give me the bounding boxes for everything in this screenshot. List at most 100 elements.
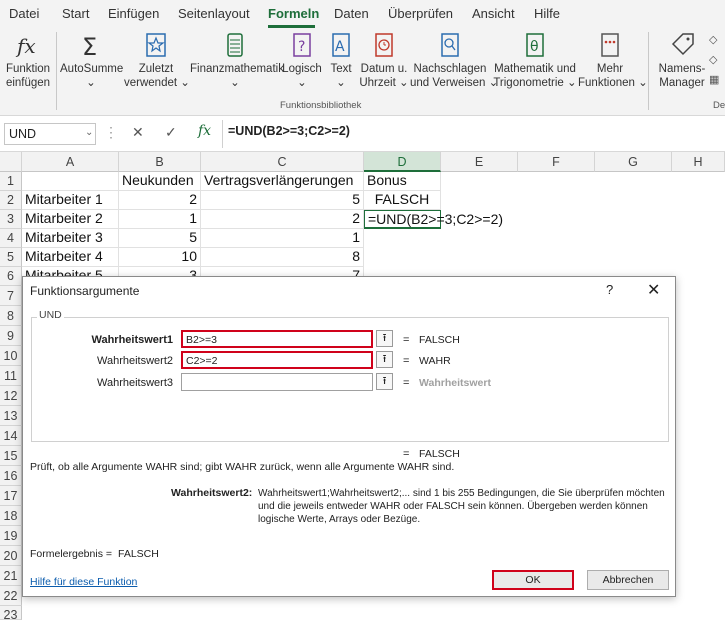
names-manager-button[interactable]: Namens- Manager: [654, 30, 710, 90]
row-header[interactable]: 16: [0, 466, 22, 486]
arg2-input[interactable]: C2>=2: [181, 351, 373, 369]
cell-c1[interactable]: Vertragsverlängerungen: [201, 172, 364, 191]
cell-b3[interactable]: 1: [119, 210, 201, 229]
column-header-d[interactable]: D: [364, 152, 441, 172]
help-icon[interactable]: ?: [606, 282, 613, 297]
cell-b5[interactable]: 10: [119, 248, 201, 267]
row-header[interactable]: 7: [0, 286, 22, 306]
math-label-1: Mathematik und: [494, 63, 576, 75]
row-header[interactable]: 20: [0, 546, 22, 566]
create-from-selection-icon[interactable]: ▦: [709, 74, 719, 86]
arg3-input[interactable]: [181, 373, 373, 391]
arg1-collapse-button[interactable]: ⭱: [376, 330, 393, 347]
lookup-book-icon: [441, 33, 459, 57]
cell-a4[interactable]: Mitarbeiter 3: [22, 229, 119, 248]
financial-icon: [227, 33, 243, 57]
column-header-g[interactable]: G: [595, 152, 672, 172]
column-header-a[interactable]: A: [22, 152, 119, 172]
column-header-b[interactable]: B: [119, 152, 201, 172]
menu-start[interactable]: Start: [62, 6, 89, 21]
insert-function-fx-icon[interactable]: fx: [198, 123, 211, 139]
math-button[interactable]: θ Mathematik und Trigonometrie ⌄: [492, 30, 578, 90]
column-header-e[interactable]: E: [441, 152, 518, 172]
row-header[interactable]: 22: [0, 586, 22, 606]
cell-c5[interactable]: 8: [201, 248, 364, 267]
formula-input[interactable]: =UND(B2>=3;C2>=2): [228, 124, 350, 138]
row-header[interactable]: 4: [0, 229, 22, 248]
menu-formeln[interactable]: Formeln: [268, 6, 319, 21]
menu-ueberpruefen[interactable]: Überprüfen: [388, 6, 453, 21]
lookup-button[interactable]: Nachschlagen und Verweisen ⌄: [410, 30, 498, 90]
row-header[interactable]: 8: [0, 306, 22, 326]
menu-ansicht[interactable]: Ansicht: [472, 6, 515, 21]
cell-b2[interactable]: 2: [119, 191, 201, 210]
math-label-2: Trigonometrie ⌄: [493, 77, 577, 89]
column-header-h[interactable]: H: [672, 152, 725, 172]
chevron-down-icon[interactable]: ⌄: [85, 127, 93, 138]
cell-c3[interactable]: 2: [201, 210, 364, 229]
row-header[interactable]: 5: [0, 248, 22, 267]
ok-button[interactable]: OK: [492, 570, 574, 590]
cell-a1[interactable]: [22, 172, 119, 191]
arg1-input[interactable]: B2>=3: [181, 330, 373, 348]
row-header[interactable]: 3: [0, 210, 22, 229]
ribbon-mini-icons[interactable]: ◇ ◇ ▦: [709, 30, 725, 90]
row-header[interactable]: 23: [0, 606, 22, 622]
row-header[interactable]: 19: [0, 526, 22, 546]
cell-a5[interactable]: Mitarbeiter 4: [22, 248, 119, 267]
define-name-icon[interactable]: ◇: [709, 34, 717, 46]
cell-d3-active[interactable]: =UND(B2>=3;C2>=2): [364, 210, 503, 229]
row-header[interactable]: 6: [0, 267, 22, 286]
row-header[interactable]: 15: [0, 446, 22, 466]
row-header[interactable]: 13: [0, 406, 22, 426]
cell-d1[interactable]: Bonus: [364, 172, 441, 191]
close-icon[interactable]: ✕: [647, 280, 660, 300]
menu-hilfe[interactable]: Hilfe: [534, 6, 560, 21]
recently-used-button[interactable]: Zuletzt verwendet ⌄: [124, 30, 190, 90]
cancel-button[interactable]: Abbrechen: [587, 570, 669, 590]
star-book-icon: [146, 33, 166, 57]
menu-seitenlayout[interactable]: Seitenlayout: [178, 6, 250, 21]
menu-datei[interactable]: Datei: [9, 6, 39, 21]
row-header[interactable]: 2: [0, 191, 22, 210]
cell-b1[interactable]: Neukunden: [119, 172, 201, 191]
row-header[interactable]: 18: [0, 506, 22, 526]
menu-daten[interactable]: Daten: [334, 6, 369, 21]
cancel-icon[interactable]: ✕: [132, 124, 144, 141]
menu-einfuegen[interactable]: Einfügen: [108, 6, 159, 21]
cell-c4[interactable]: 1: [201, 229, 364, 248]
row-header[interactable]: 1: [0, 172, 22, 191]
cell-a2[interactable]: Mitarbeiter 1: [22, 191, 119, 210]
name-box[interactable]: UND ⌄: [4, 123, 96, 145]
cell-c2[interactable]: 5: [201, 191, 364, 210]
enter-icon[interactable]: ✓: [165, 124, 177, 141]
column-header-f[interactable]: F: [518, 152, 595, 172]
autosum-button[interactable]: Σ AutoSumme ⌄: [60, 30, 123, 90]
text-button[interactable]: A Text ⌄: [326, 30, 356, 90]
cell-d2[interactable]: FALSCH: [364, 191, 441, 210]
row-header[interactable]: 12: [0, 386, 22, 406]
datetime-button[interactable]: Datum u. Uhrzeit ⌄: [358, 30, 410, 90]
row-header[interactable]: 21: [0, 566, 22, 586]
cell-a3[interactable]: Mitarbeiter 2: [22, 210, 119, 229]
financial-button[interactable]: Finanzmathematik ⌄: [190, 30, 284, 90]
use-in-formula-icon[interactable]: ◇: [709, 54, 717, 66]
row-header[interactable]: 11: [0, 366, 22, 386]
column-header-c[interactable]: C: [201, 152, 364, 172]
more-functions-button[interactable]: Mehr Funktionen ⌄: [578, 30, 648, 90]
arg1-label: Wahrheitswert1: [91, 334, 173, 346]
row-header[interactable]: 14: [0, 426, 22, 446]
arg2-collapse-button[interactable]: ⭱: [376, 351, 393, 368]
row-header[interactable]: 10: [0, 346, 22, 366]
svg-text:θ: θ: [530, 39, 539, 55]
insert-function-label-1: Funktion: [5, 63, 51, 75]
row-header[interactable]: 9: [0, 326, 22, 346]
autosum-caret: ⌄: [86, 77, 96, 89]
select-all-corner[interactable]: [0, 152, 22, 172]
logical-button[interactable]: ? Logisch ⌄: [282, 30, 322, 90]
arg3-collapse-button[interactable]: ⭱: [376, 373, 393, 390]
cell-b4[interactable]: 5: [119, 229, 201, 248]
help-link[interactable]: Hilfe für diese Funktion: [30, 576, 137, 588]
insert-function-button[interactable]: fx Funktion einfügen: [4, 30, 52, 90]
row-header[interactable]: 17: [0, 486, 22, 506]
